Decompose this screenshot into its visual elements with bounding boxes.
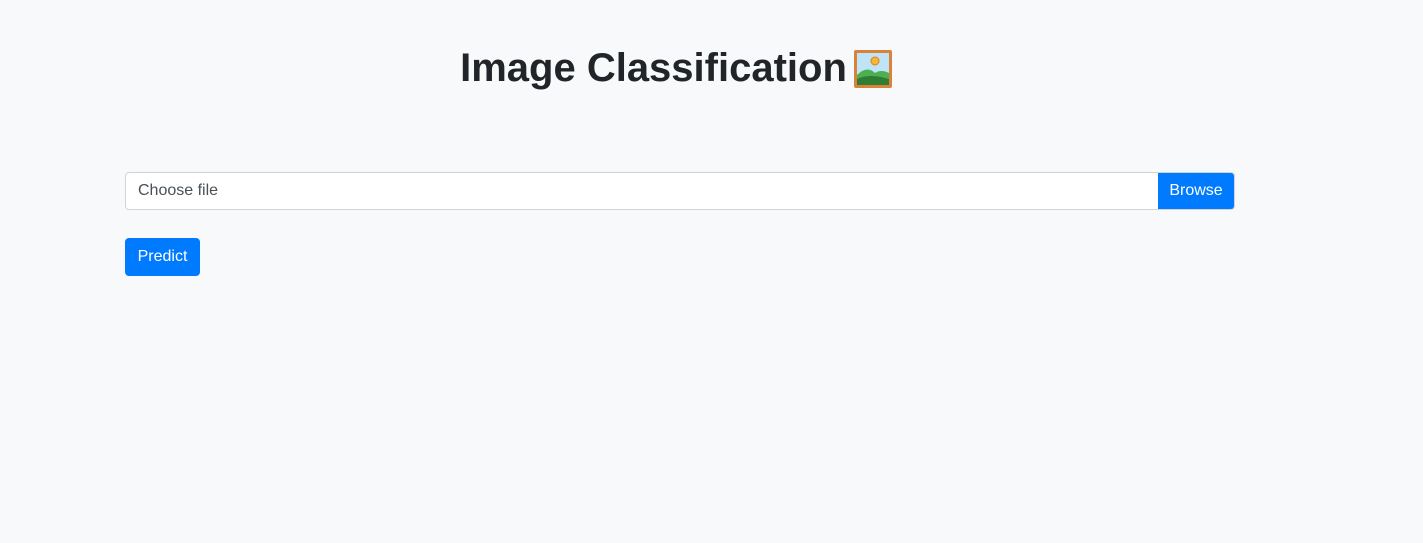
header: Image Classification: [0, 40, 1353, 96]
framed-picture-icon: [853, 48, 893, 88]
page: Image Classification Choose file Browse …: [0, 0, 1423, 543]
page-title-text: Image Classification: [460, 46, 847, 90]
file-input[interactable]: Choose file Browse: [125, 172, 1235, 210]
browse-button[interactable]: Browse: [1158, 173, 1234, 209]
page-title: Image Classification: [460, 40, 893, 96]
predict-button[interactable]: Predict: [125, 238, 200, 276]
file-input-label: Choose file: [138, 182, 219, 199]
